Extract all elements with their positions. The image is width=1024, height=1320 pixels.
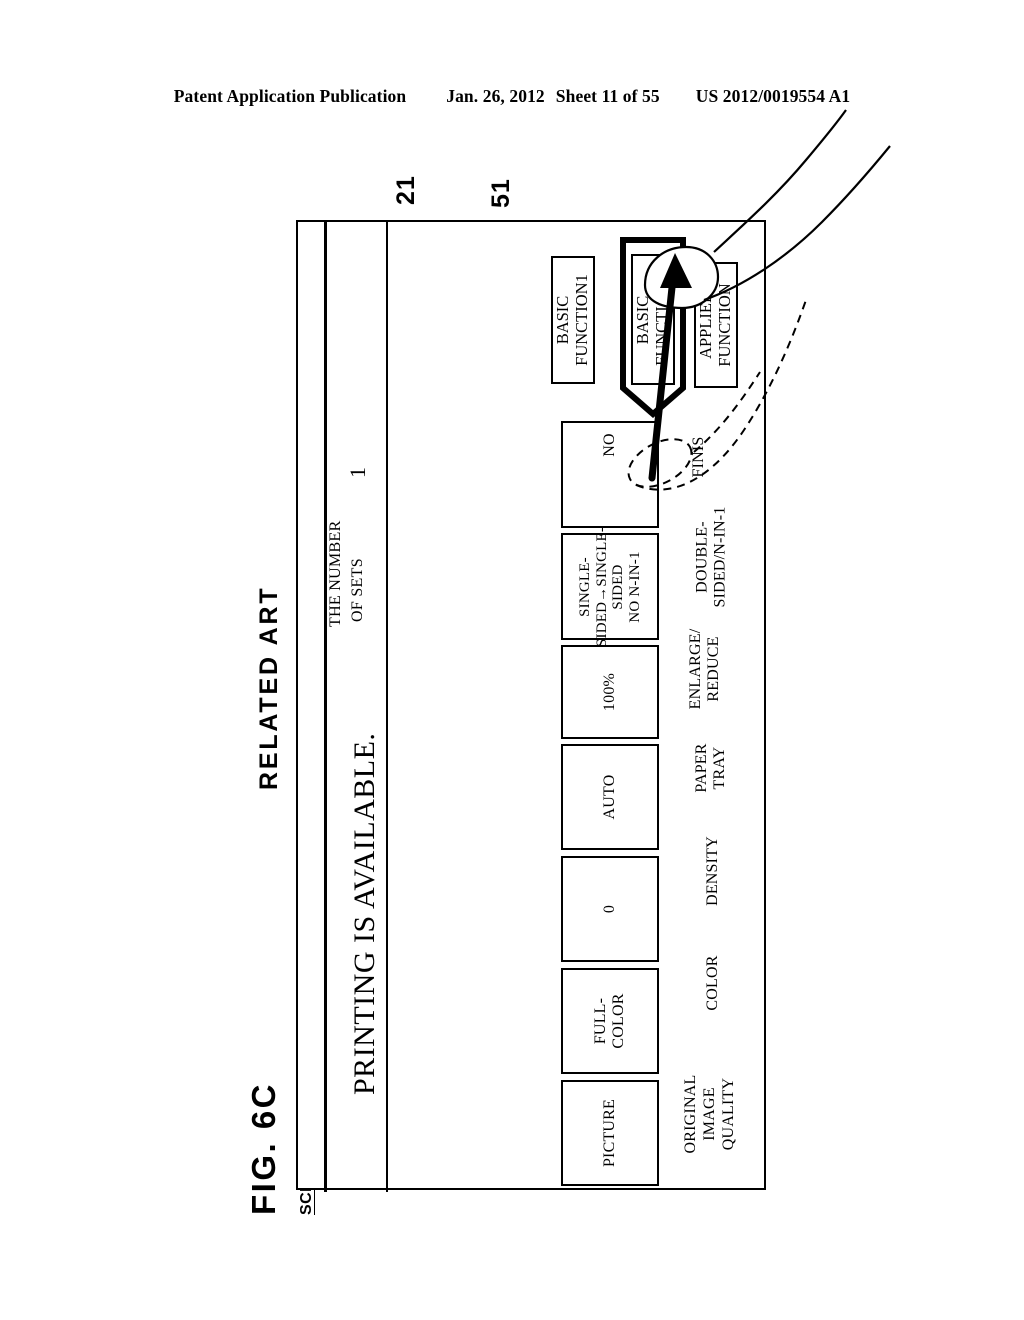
gesture-illustration — [627, 109, 891, 491]
finger-start-dashed — [627, 299, 807, 491]
